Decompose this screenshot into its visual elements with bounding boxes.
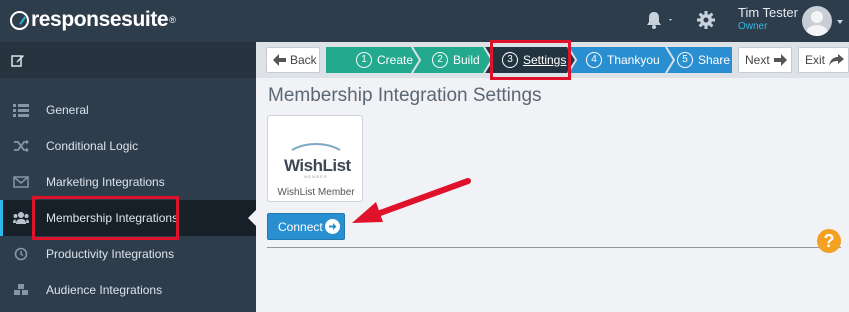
edit-icon[interactable] — [11, 53, 25, 67]
sidebar-item-audience-integrations[interactable]: Audience Integrations — [0, 272, 256, 308]
top-bar: responsesuite ® Tim Tester Owner — [0, 0, 849, 42]
arrow-right-icon — [774, 54, 787, 66]
page-title: Membership Integration Settings — [268, 85, 542, 106]
content-divider — [267, 247, 841, 248]
sidebar-item-label: Marketing Integrations — [46, 175, 165, 189]
annotation-highlight-membership — [32, 196, 179, 240]
cubes-icon — [14, 284, 28, 295]
shuffle-icon — [14, 139, 29, 153]
exit-label: Exit — [805, 53, 826, 67]
step-create[interactable]: 1 Create — [356, 47, 413, 73]
sidebar-item-label: Productivity Integrations — [46, 247, 175, 261]
step-label: Thankyou — [607, 53, 660, 67]
annotation-highlight-settings — [490, 40, 571, 80]
sidebar-item-label: General — [46, 103, 89, 117]
step-label: Share — [698, 53, 731, 67]
sidebar-header — [0, 42, 256, 78]
connect-button[interactable]: Connect — [267, 213, 345, 240]
sidebar-item-label: Conditional Logic — [46, 139, 139, 153]
sidebar-item-productivity-integrations[interactable]: Productivity Integrations — [0, 236, 256, 272]
arrow-left-icon — [273, 54, 286, 66]
clock-icon — [14, 247, 28, 261]
active-indicator — [248, 210, 256, 226]
notification-bell-icon[interactable] — [645, 10, 675, 30]
logo-registered: ® — [169, 15, 176, 25]
settings-gear-icon[interactable] — [696, 10, 716, 30]
wishlist-logo-word: WishList — [284, 156, 351, 175]
back-label: Back — [290, 53, 317, 67]
list-icon — [13, 104, 29, 117]
share-forward-icon — [829, 54, 844, 66]
sidebar-item-marketing-integrations[interactable]: Marketing Integrations — [0, 164, 256, 200]
user-avatar[interactable] — [802, 6, 832, 36]
arrow-circle-right-icon — [325, 219, 340, 234]
wishlist-swoosh-icon — [291, 143, 341, 151]
sidebar-item-general[interactable]: General — [0, 92, 256, 128]
step-number: 2 — [432, 52, 448, 68]
wishlist-logo: WishList MEMBER — [284, 138, 351, 179]
logo-text: responsesuite — [31, 8, 169, 31]
next-label: Next — [745, 53, 770, 67]
step-number: 1 — [356, 52, 372, 68]
sidebar-item-label: Audience Integrations — [46, 283, 163, 297]
users-icon — [13, 212, 29, 224]
connect-label: Connect — [278, 219, 323, 234]
logo-mark-icon — [10, 10, 29, 30]
step-number: 5 — [677, 52, 693, 68]
step-share[interactable]: 5 Share — [677, 47, 730, 73]
step-thankyou[interactable]: 4 Thankyou — [586, 47, 660, 73]
next-button[interactable]: Next — [738, 47, 792, 73]
user-menu-chevron-down-icon[interactable] — [837, 20, 843, 24]
step-build[interactable]: 2 Build — [432, 47, 480, 73]
step-number: 4 — [586, 52, 602, 68]
exit-button[interactable]: Exit — [798, 47, 849, 73]
help-icon[interactable]: ? — [817, 229, 841, 253]
sidebar-item-conditional-logic[interactable]: Conditional Logic — [0, 128, 256, 164]
envelope-icon — [13, 176, 29, 188]
step-label: Build — [453, 53, 480, 67]
integration-card-wishlist-member[interactable]: WishList MEMBER WishList Member — [267, 115, 363, 202]
sidebar: General Conditional Logic Marketing Inte… — [0, 42, 256, 312]
app-logo[interactable]: responsesuite ® — [10, 8, 176, 32]
annotation-arrow-icon — [352, 178, 471, 223]
step-label: Create — [377, 53, 414, 67]
user-name[interactable]: Tim Tester — [738, 5, 798, 20]
back-button[interactable]: Back — [266, 47, 320, 73]
user-role: Owner — [738, 21, 768, 32]
